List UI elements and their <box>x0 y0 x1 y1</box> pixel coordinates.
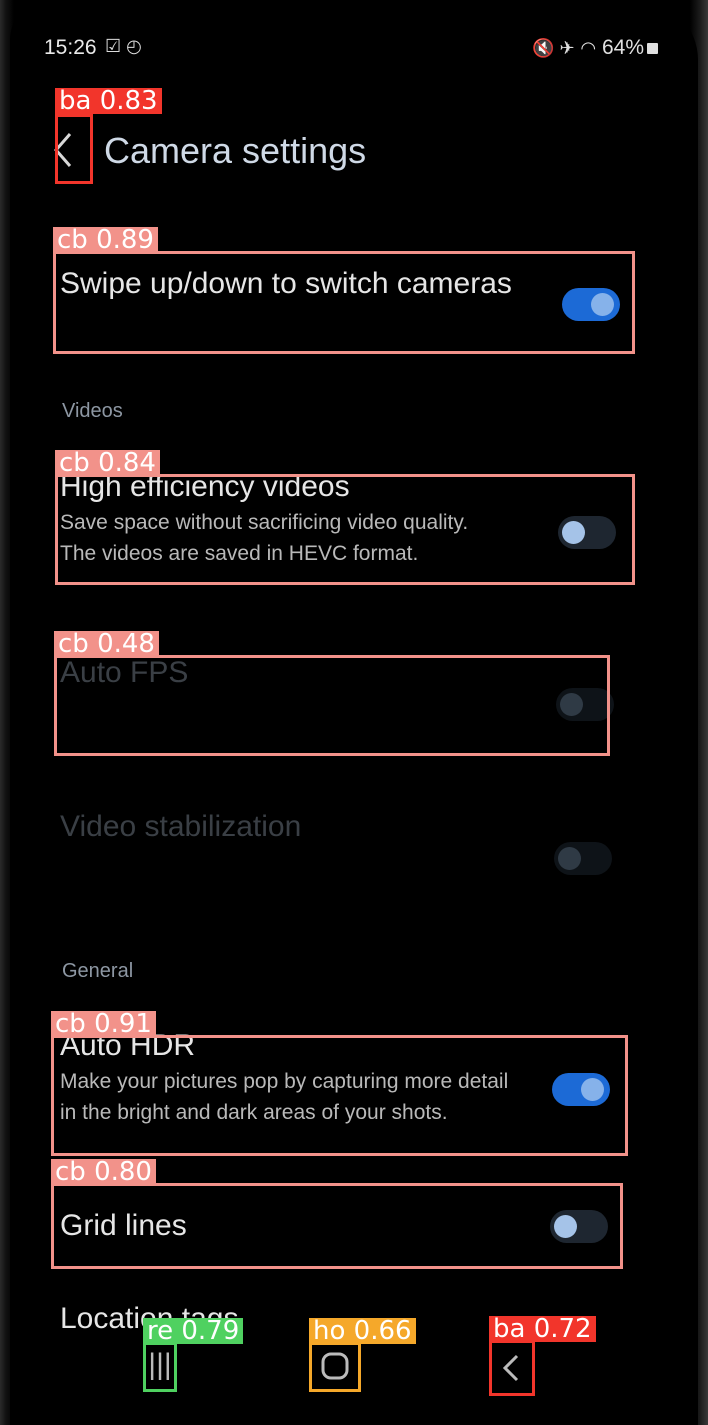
wifi-icon: ◠ <box>580 38 597 58</box>
detection-box-back <box>55 114 93 184</box>
detection-label: cb 0.84 <box>55 450 160 476</box>
notification-icons: ☑ ◴ <box>105 36 142 56</box>
status-right: 🔇 ✈ ◠ 64% <box>532 36 658 60</box>
stabilization-toggle[interactable] <box>554 842 612 875</box>
page-title: Camera settings <box>104 130 367 171</box>
detection-label: cb 0.48 <box>54 631 159 657</box>
battery-percent: 64% <box>601 36 644 59</box>
section-header-videos: Videos <box>62 400 123 422</box>
detection-label: re 0.79 <box>143 1318 244 1344</box>
setting-title: Video stabilization <box>60 810 302 843</box>
setting-video-stabilization[interactable]: Video stabilization <box>60 806 480 847</box>
detection-box-home <box>309 1342 361 1392</box>
mute-wifi-airplane-icons: 🔇 ✈ <box>532 38 575 58</box>
status-time: 15:26 <box>44 36 97 59</box>
detection-box-hevc <box>55 474 635 585</box>
detection-box-recents <box>143 1342 177 1392</box>
detection-label: ba 0.72 <box>489 1316 596 1342</box>
detection-label: ba 0.83 <box>55 88 162 114</box>
battery-icon <box>647 43 658 54</box>
detection-box-swipe <box>53 251 635 354</box>
detection-box-nav-back <box>489 1340 535 1396</box>
detection-box-autofps <box>54 655 610 756</box>
detection-box-grid <box>51 1183 623 1269</box>
section-header-general: General <box>62 960 134 982</box>
detection-label: cb 0.91 <box>51 1011 156 1037</box>
detection-label: cb 0.80 <box>51 1159 156 1185</box>
detection-label: ho 0.66 <box>309 1318 416 1344</box>
detection-label: cb 0.89 <box>53 227 158 253</box>
detection-box-hdr <box>51 1035 628 1156</box>
